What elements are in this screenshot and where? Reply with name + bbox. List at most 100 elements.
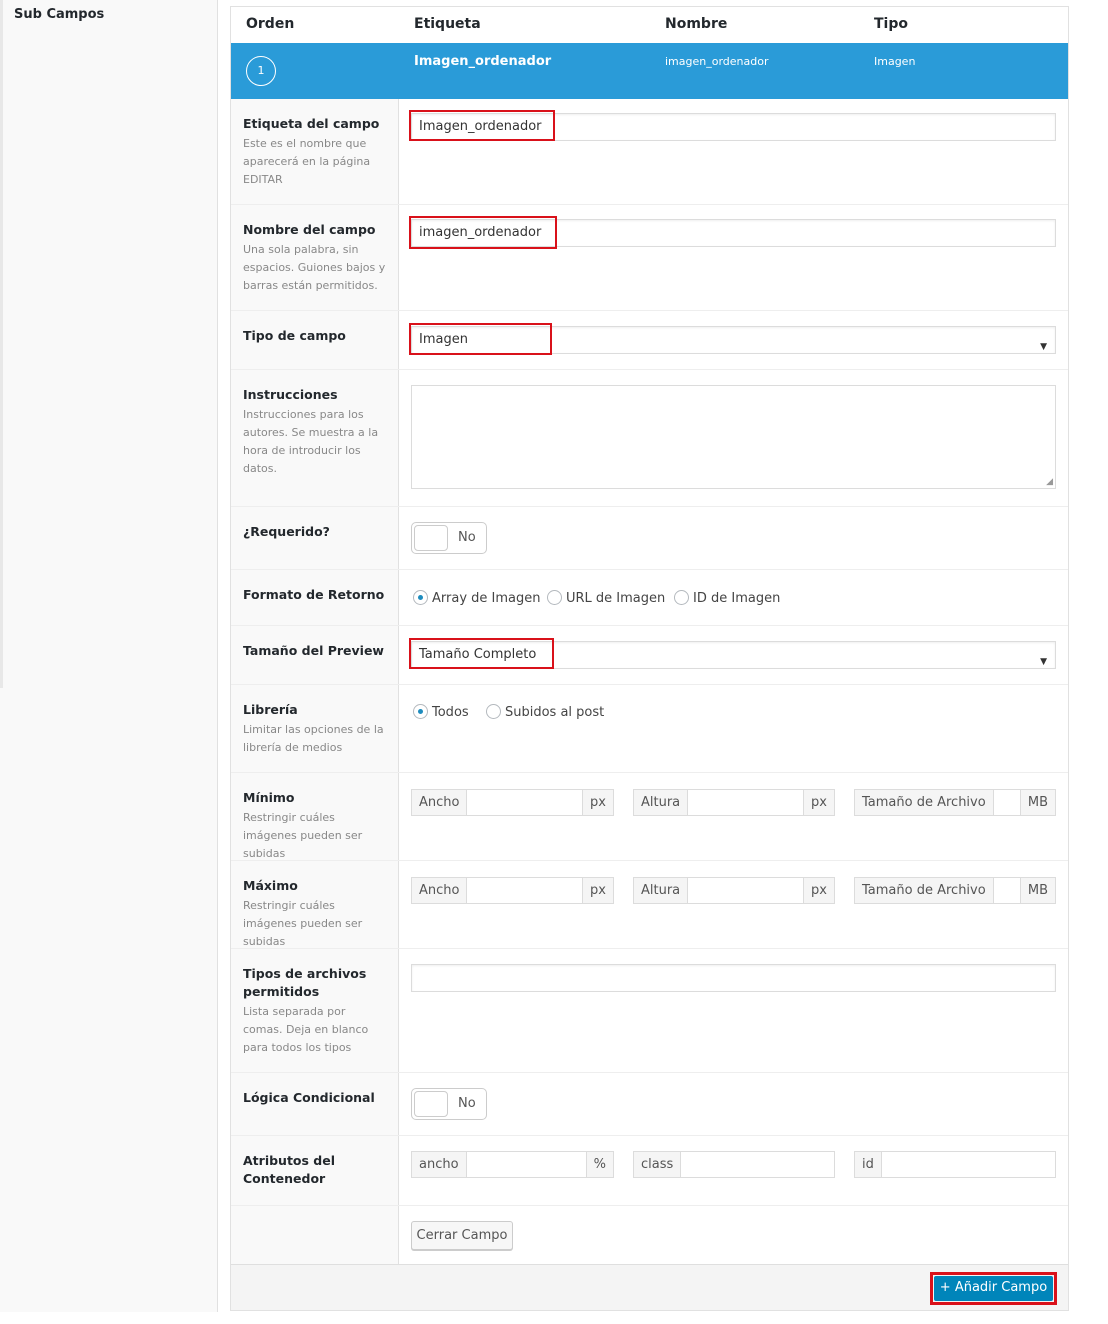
wrapper-id-group: id [854, 1151, 1056, 1178]
maximum-title: Máximo [243, 878, 298, 893]
field-summary-type: Imagen [874, 55, 916, 68]
header-etiqueta: Etiqueta [414, 16, 481, 32]
min-height-input[interactable] [688, 790, 804, 815]
library-title: Librería [243, 702, 298, 717]
min-filesize-input[interactable] [993, 790, 1020, 815]
field-name-desc: Una sola palabra, sin espacios. Guiones … [243, 243, 386, 292]
max-filesize-prefix: Tamaño de Archivo [855, 878, 994, 903]
wrapper-width-prefix: ancho [412, 1152, 467, 1177]
highlight-box [409, 110, 555, 141]
row-input-cell: Tamaño Completo ▼ [399, 626, 1068, 684]
allowed-types-title: Tipos de archivos permitidos [243, 966, 367, 999]
row-label-cell: Librería Limitar las opciones de la libr… [231, 685, 399, 772]
field-label-desc: Este es el nombre que aparecerá en la pá… [243, 137, 371, 186]
wrapper-width-group: ancho % [411, 1151, 614, 1178]
min-filesize-group: Tamaño de Archivo MB [854, 789, 1056, 816]
toggle-knob [414, 1091, 448, 1117]
required-title: ¿Requerido? [243, 524, 330, 539]
row-input-cell: Ancho px Altura px Tamaño de Archivo MB [399, 861, 1068, 948]
max-height-suffix: px [803, 878, 834, 903]
radio-uploaded-label: Subidos al post [505, 705, 605, 720]
field-summary-row[interactable]: 1 Imagen_ordenador imagen_ordenador Imag… [231, 43, 1068, 99]
wrapper-class-prefix: class [634, 1152, 682, 1177]
allowed-types-input[interactable] [411, 964, 1056, 992]
row-field-type: Tipo de campo Imagen ▼ [231, 311, 1068, 370]
min-filesize-suffix: MB [1019, 790, 1055, 815]
sub-fields-sidebar: Sub Campos [0, 0, 218, 1312]
row-input-cell: ◢ [399, 370, 1068, 506]
max-height-prefix: Altura [634, 878, 689, 903]
radio-empty-icon [674, 590, 689, 605]
row-label-cell: Nombre del campo Una sola palabra, sin e… [231, 205, 399, 310]
row-label-cell: Máximo Restringir cuáles imágenes pueden… [231, 861, 399, 948]
row-input-cell: No [399, 507, 1068, 569]
wrapper-width-input[interactable] [466, 1152, 586, 1177]
field-summary-label[interactable]: Imagen_ordenador [414, 54, 551, 69]
instructions-desc: Instrucciones para los autores. Se muest… [243, 408, 379, 475]
row-instructions: Instrucciones Instrucciones para los aut… [231, 370, 1068, 507]
row-input-cell: Array de Imagen URL de Imagen ID de Imag… [399, 570, 1068, 625]
resize-grip-icon[interactable]: ◢ [1046, 477, 1053, 487]
allowed-types-desc: Lista separada por comas. Deja en blanco… [243, 1005, 369, 1054]
row-label-cell [231, 1206, 399, 1264]
row-close-field: Cerrar Campo [231, 1206, 1068, 1264]
radio-url[interactable]: URL de Imagen [547, 590, 666, 606]
radio-url-label: URL de Imagen [566, 591, 666, 606]
row-input-cell: Ancho px Altura px Tamaño de Archivo MB [399, 773, 1068, 860]
row-conditional-logic: Lógica Condicional No [231, 1073, 1068, 1136]
instructions-title: Instrucciones [243, 387, 338, 402]
radio-selected-icon [413, 704, 428, 719]
radio-all[interactable]: Todos [413, 704, 469, 720]
highlight-box [930, 1272, 1057, 1305]
wrapper-attributes-title: Atributos del Contenedor [243, 1153, 336, 1186]
row-label-cell: Tamaño del Preview [231, 626, 399, 684]
min-width-input[interactable] [467, 790, 583, 815]
field-type-title: Tipo de campo [243, 328, 346, 343]
conditional-logic-toggle-label: No [458, 1096, 476, 1111]
highlight-box [409, 638, 554, 669]
wrapper-class-input[interactable] [681, 1152, 834, 1177]
instructions-textarea[interactable]: ◢ [411, 385, 1056, 489]
radio-array[interactable]: Array de Imagen [413, 590, 540, 606]
row-input-cell: imagen_ordenador [399, 205, 1068, 310]
row-label-cell: Etiqueta del campo Este es el nombre que… [231, 99, 399, 204]
radio-empty-icon [547, 590, 562, 605]
chevron-down-icon: ▼ [1040, 657, 1047, 667]
max-height-input[interactable] [688, 878, 804, 903]
field-order-handle[interactable]: 1 [246, 56, 276, 86]
header-tipo: Tipo [874, 16, 908, 32]
wrapper-id-input[interactable] [881, 1152, 1055, 1177]
radio-id-label: ID de Imagen [693, 591, 781, 606]
row-label-cell: Mínimo Restringir cuáles imágenes pueden… [231, 773, 399, 860]
table-header: Orden Etiqueta Nombre Tipo [231, 7, 1068, 43]
row-input-cell: Todos Subidos al post [399, 685, 1068, 772]
max-filesize-group: Tamaño de Archivo MB [854, 877, 1056, 904]
toggle-knob [414, 525, 448, 551]
row-library: Librería Limitar las opciones de la libr… [231, 685, 1068, 773]
return-format-title: Formato de Retorno [243, 587, 385, 602]
min-width-group: Ancho px [411, 789, 614, 816]
conditional-logic-toggle[interactable]: No [411, 1088, 487, 1120]
preview-size-title: Tamaño del Preview [243, 643, 384, 658]
row-label-cell: Tipos de archivos permitidos Lista separ… [231, 949, 399, 1072]
max-width-suffix: px [582, 878, 613, 903]
row-label-cell: Lógica Condicional [231, 1073, 399, 1135]
row-input-cell: No [399, 1073, 1068, 1135]
highlight-box [409, 323, 552, 355]
required-toggle[interactable]: No [411, 522, 487, 554]
row-maximum: Máximo Restringir cuáles imágenes pueden… [231, 861, 1068, 949]
max-filesize-input[interactable] [993, 878, 1020, 903]
row-input-cell: Cerrar Campo [399, 1206, 1068, 1264]
radio-id[interactable]: ID de Imagen [674, 590, 781, 606]
library-desc: Limitar las opciones de la librería de m… [243, 723, 384, 754]
field-summary-name: imagen_ordenador [665, 55, 769, 68]
minimum-desc: Restringir cuáles imágenes pueden ser su… [243, 811, 363, 860]
max-width-prefix: Ancho [412, 878, 468, 903]
close-field-button[interactable]: Cerrar Campo [411, 1221, 513, 1250]
radio-uploaded[interactable]: Subidos al post [486, 704, 605, 720]
min-height-suffix: px [803, 790, 834, 815]
max-width-input[interactable] [467, 878, 583, 903]
min-height-prefix: Altura [634, 790, 689, 815]
min-width-suffix: px [582, 790, 613, 815]
row-label-cell: ¿Requerido? [231, 507, 399, 569]
